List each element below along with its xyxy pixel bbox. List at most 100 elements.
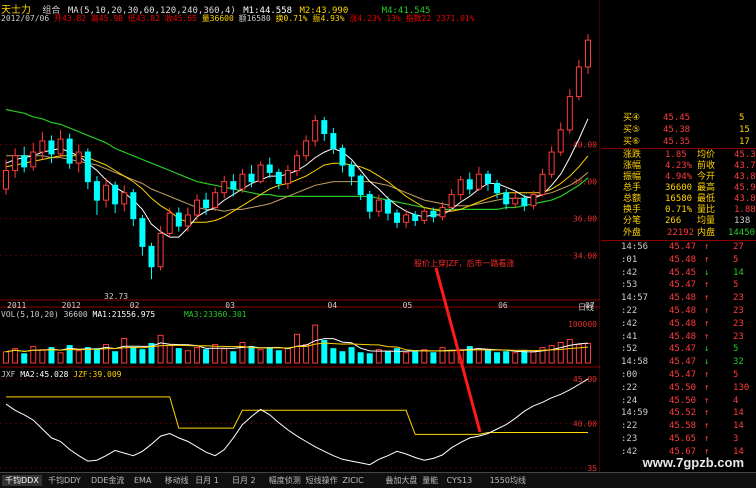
stat-value: 4.23% [665, 161, 693, 171]
candle-body [484, 173, 491, 184]
tick-qty: 23 [733, 306, 744, 316]
volume-bar [248, 346, 255, 364]
arrow-up-icon: ↑ [704, 434, 710, 444]
tab-12[interactable]: 量能 [419, 475, 441, 486]
time-tick: 02 [130, 301, 140, 310]
tick-price: 45.48 [669, 331, 697, 342]
tick-row[interactable]: :41 45.48 23 [601, 332, 756, 343]
tab-9[interactable]: 短线操作 [303, 475, 341, 486]
tick-qty: 5 [733, 344, 739, 355]
tick-row[interactable]: 14:56 45.47 27 [601, 242, 756, 253]
tab-4[interactable]: EMA [131, 475, 154, 486]
volume-bar [503, 351, 510, 364]
tick-row[interactable]: :23 45.65 3 [601, 434, 756, 445]
bid-row[interactable]: 买⑤ 45.38 15 [601, 125, 756, 136]
tick-qty: 23 [733, 318, 744, 329]
volume-bar [130, 347, 137, 364]
tab-10[interactable]: ZICIC [339, 475, 366, 486]
inner-value: 14450 [728, 228, 756, 238]
volume-bar [585, 343, 591, 364]
tick-row[interactable]: :00 45.47 5 [601, 370, 756, 381]
tab-1[interactable]: 千钧DDX [2, 475, 42, 486]
stat-label: 均价 [697, 150, 716, 160]
indicator-tabs: 千钧DDX 千钧DDY DDE金流 EMA 移动线 日月 1 日月 2 幅度侦测 短线操作 ZIC… [0, 472, 756, 488]
tab-11[interactable]: 叠加大盘 [382, 475, 420, 486]
tab-7[interactable]: 日月 2 [229, 475, 259, 486]
candle-body [384, 199, 391, 214]
stat-value: 4.94% [665, 172, 693, 182]
volume-bar [112, 351, 119, 364]
stat-row[interactable]: 分笔 266 均量 138 [601, 216, 756, 227]
candle-body [585, 39, 591, 68]
low-price-label: 32.73 [104, 292, 129, 301]
tick-row[interactable]: :42 45.45 14 [601, 268, 756, 279]
volume-bar [566, 338, 573, 364]
arrow-up-icon: ↑ [704, 318, 710, 329]
tick-qty: 3 [733, 434, 739, 444]
tab-5[interactable]: 移动线 [162, 475, 192, 486]
period-label[interactable]: 日线 [578, 302, 594, 313]
candle-body [66, 138, 73, 164]
tick-row[interactable]: :01 45.48 5 [601, 255, 756, 266]
ma5-line [5, 118, 589, 238]
volume-bar [348, 347, 355, 364]
stat-label: 量比 [697, 205, 716, 215]
indicator-jzf: JZF:39.009 [73, 370, 122, 379]
arrow-down-icon: ↓ [704, 267, 710, 278]
volume-bar [275, 350, 282, 364]
tick-row[interactable]: :52 45.47 5 [601, 344, 756, 355]
outer-inner-row[interactable]: 外盘 22192 内盘 14450 [601, 228, 756, 239]
candle-body [112, 184, 119, 205]
stat-row[interactable]: 总额 16580 最低 43.82 [601, 194, 756, 205]
indicator-name: JXF [1, 370, 16, 379]
stat-value: 45.30 [734, 150, 756, 160]
tick-time: :42 [621, 446, 638, 457]
candle-body [248, 173, 255, 183]
bid-row[interactable]: 买⑥ 45.35 17 [601, 137, 756, 148]
bid-qty: 5 [739, 113, 745, 123]
volume-bar [557, 342, 564, 364]
outer-label: 外盘 [623, 228, 642, 238]
tick-time: :22 [621, 382, 638, 393]
tick-row[interactable]: :22 45.58 14 [601, 421, 756, 432]
candle-body [330, 133, 337, 149]
arrow-up-icon: ↑ [704, 242, 710, 252]
tick-row[interactable]: :24 45.50 4 [601, 396, 756, 407]
candle-body [539, 173, 546, 196]
tick-row[interactable]: :42 45.48 23 [601, 319, 756, 330]
stat-value: 1.85 [665, 150, 687, 160]
stat-row[interactable]: 涨跌 1.85 均价 45.30 [601, 150, 756, 161]
tab-3[interactable]: DDE金流 [88, 475, 127, 486]
tick-row[interactable]: 14:58 45.47 32 [601, 357, 756, 368]
volume-bar [475, 348, 482, 364]
tab-6[interactable]: 日月 1 [192, 475, 222, 486]
tick-time: :22 [621, 306, 638, 316]
stat-row[interactable]: 涨幅 4.23% 前收 43.75 [601, 161, 756, 172]
bid-price: 45.38 [663, 125, 691, 135]
chart-area[interactable]: 40.00 38.00 36.00 34.00 2011 2012 02 03 04 05 06 07… [0, 0, 600, 472]
jxf-line [5, 378, 589, 466]
tab-2[interactable]: 千钧DDY [45, 475, 84, 486]
tick-row[interactable]: 14:57 45.48 23 [601, 293, 756, 304]
tab-13[interactable]: CYS13 [444, 475, 476, 486]
stat-row[interactable]: 换手 0.71% 量比 1.88 [601, 205, 756, 216]
tab-14[interactable]: 1550均线 [487, 475, 529, 486]
volume-bar [321, 339, 328, 364]
close-value: 收45.65 [164, 14, 197, 23]
kline-chart[interactable]: 40.0038.0036.0034.002011 2012 02 03 04 05 06 07… [0, 0, 600, 472]
tick-row[interactable]: :53 45.47 5 [601, 280, 756, 291]
stat-value: 43.82 [734, 194, 756, 204]
tick-row[interactable]: :22 45.48 23 [601, 306, 756, 317]
stat-row[interactable]: 总手 36600 最高 45.98 [601, 183, 756, 194]
price-tick: 40.00 [573, 141, 597, 150]
stat-value: 266 [665, 216, 682, 226]
tick-row[interactable]: :22 45.50 130 [601, 383, 756, 394]
candle-body [239, 173, 246, 190]
bid-row[interactable]: 买④ 45.45 5 [601, 113, 756, 124]
tick-row[interactable]: 14:59 45.52 14 [601, 408, 756, 419]
tab-8[interactable]: 幅度侦测 [266, 475, 304, 486]
volume-bar [166, 345, 173, 364]
candle-body [412, 214, 419, 221]
candle-body [130, 192, 137, 220]
stat-row[interactable]: 振幅 4.94% 今开 43.82 [601, 172, 756, 183]
